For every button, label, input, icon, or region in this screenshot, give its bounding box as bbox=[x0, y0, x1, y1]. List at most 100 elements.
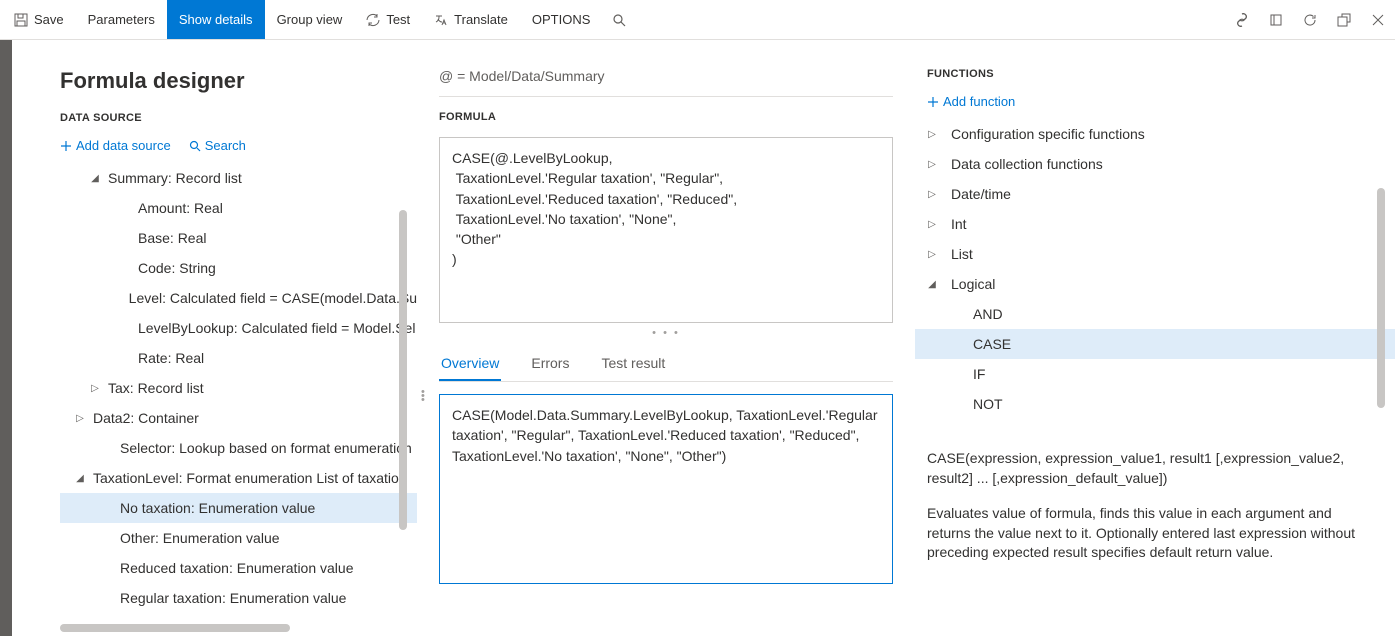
function-group[interactable]: ▷Date/time bbox=[927, 179, 1373, 209]
function-item[interactable]: AND bbox=[927, 299, 1373, 329]
function-group-label: List bbox=[951, 246, 973, 262]
tab-errors[interactable]: Errors bbox=[529, 345, 571, 381]
tab-overview[interactable]: Overview bbox=[439, 345, 501, 381]
resize-dots-v[interactable]: ••• bbox=[421, 390, 425, 402]
tree-hscroll[interactable] bbox=[60, 624, 290, 632]
overview-output[interactable]: CASE(Model.Data.Summary.LevelByLookup, T… bbox=[439, 394, 893, 584]
tree-item-label: Regular taxation: Enumeration value bbox=[120, 590, 346, 606]
tree-item-label: Data2: Container bbox=[93, 410, 199, 426]
functions-label: FUNCTIONS bbox=[927, 68, 1373, 80]
tree-item-label: LevelByLookup: Calculated field = Model.… bbox=[138, 320, 415, 336]
tree-item[interactable]: Regular taxation: Enumeration value bbox=[60, 583, 417, 613]
function-item[interactable]: NOT bbox=[927, 389, 1373, 419]
caret-down-icon: ◢ bbox=[90, 173, 100, 184]
popout-button[interactable] bbox=[1327, 0, 1361, 39]
tree-item[interactable]: Amount: Real bbox=[60, 193, 417, 223]
tree-item-label: Tax: Record list bbox=[108, 380, 204, 396]
search-data-source-button[interactable]: Search bbox=[189, 138, 246, 153]
tree-item[interactable]: Reduced taxation: Enumeration value bbox=[60, 553, 417, 583]
translate-icon bbox=[434, 13, 448, 27]
tree-item[interactable]: ▷ Data2: Container bbox=[60, 403, 417, 433]
tree-item[interactable]: Code: String bbox=[60, 253, 417, 283]
search-data-source-label: Search bbox=[205, 138, 246, 153]
data-source-tree: ◢ Summary: Record list Amount: Real Base: R… bbox=[60, 163, 417, 633]
caret-right-icon: ▷ bbox=[75, 413, 85, 424]
function-group-label: Configuration specific functions bbox=[951, 126, 1145, 142]
tree-item[interactable]: No taxation: Enumeration value bbox=[60, 493, 417, 523]
tree-item-label: Other: Enumeration value bbox=[120, 530, 280, 546]
office-icon bbox=[1269, 13, 1283, 27]
tree-item[interactable]: ◢ Summary: Record list bbox=[60, 163, 417, 193]
function-group-label: Logical bbox=[951, 276, 995, 292]
function-signature: CASE(expression, expression_value1, resu… bbox=[927, 449, 1363, 488]
function-item-label: AND bbox=[973, 306, 1003, 322]
parameters-label: Parameters bbox=[88, 12, 155, 27]
function-group[interactable]: ▷Configuration specific functions bbox=[927, 119, 1373, 149]
function-group[interactable]: ▷ List bbox=[927, 239, 1373, 269]
link-icon bbox=[1235, 13, 1249, 27]
functions-scrollbar[interactable] bbox=[1377, 188, 1385, 408]
tree-item[interactable]: ▷ Tax: Record list bbox=[60, 373, 417, 403]
search-button[interactable] bbox=[602, 0, 636, 39]
tree-item-label: TaxationLevel: Format enumeration List o… bbox=[93, 470, 399, 486]
tree-scrollbar[interactable] bbox=[399, 210, 407, 530]
function-item-label: NOT bbox=[973, 396, 1003, 412]
tree-item[interactable]: Rate: Real bbox=[60, 343, 417, 373]
add-data-source-label: Add data source bbox=[76, 138, 171, 153]
formula-panel: @ = Model/Data/Summary FORMULA CASE(@.Le… bbox=[417, 40, 915, 636]
function-group-label: Int bbox=[951, 216, 967, 232]
tree-item[interactable]: ◢ TaxationLevel: Format enumeration List … bbox=[60, 463, 417, 493]
caret-icon: ▷ bbox=[927, 189, 937, 200]
refresh-page-button[interactable] bbox=[1293, 0, 1327, 39]
refresh-icon bbox=[366, 13, 380, 27]
function-group[interactable]: ◢Logical bbox=[927, 269, 1373, 299]
add-data-source-button[interactable]: Add data source bbox=[60, 138, 171, 153]
function-explain: Evaluates value of formula, finds this v… bbox=[927, 504, 1363, 563]
close-button[interactable] bbox=[1361, 0, 1395, 39]
link-button[interactable] bbox=[1225, 0, 1259, 39]
tree-item[interactable]: Base: Real bbox=[60, 223, 417, 253]
function-group[interactable]: ▷Int bbox=[927, 209, 1373, 239]
tree-item-label: Selector: Lookup based on format enumera… bbox=[120, 440, 412, 456]
main: Formula designer DATA SOURCE Add data so… bbox=[12, 40, 1395, 636]
function-item[interactable]: IF bbox=[927, 359, 1373, 389]
tree-item-label: No taxation: Enumeration value bbox=[120, 500, 315, 516]
options-button[interactable]: OPTIONS bbox=[520, 0, 603, 39]
office-button[interactable] bbox=[1259, 0, 1293, 39]
tree-item[interactable]: Level: Calculated field = CASE(model.Dat… bbox=[60, 283, 417, 313]
search-small-icon bbox=[189, 140, 201, 152]
group-view-button[interactable]: Group view bbox=[265, 0, 355, 39]
show-details-button[interactable]: Show details bbox=[167, 0, 265, 39]
save-button[interactable]: Save bbox=[2, 0, 76, 39]
options-label: OPTIONS bbox=[532, 12, 591, 27]
left-gutter bbox=[0, 40, 12, 636]
formula-editor[interactable]: CASE(@.LevelByLookup, TaxationLevel.'Reg… bbox=[439, 137, 893, 323]
function-item[interactable]: CASE bbox=[927, 329, 1373, 359]
tree-item-label: Amount: Real bbox=[138, 200, 223, 216]
save-icon bbox=[14, 13, 28, 27]
function-description: CASE(expression, expression_value1, resu… bbox=[927, 449, 1373, 563]
formula-path: @ = Model/Data/Summary bbox=[439, 68, 893, 97]
functions-list: ▷Configuration specific functions▷Data c… bbox=[927, 119, 1373, 419]
show-details-label: Show details bbox=[179, 12, 253, 27]
tree-item[interactable]: LevelByLookup: Calculated field = Model.… bbox=[60, 313, 417, 343]
tab-test-result[interactable]: Test result bbox=[599, 345, 667, 381]
tree-item[interactable]: Selector: Lookup based on format enumera… bbox=[60, 433, 417, 463]
plus-icon bbox=[927, 96, 939, 108]
add-function-button[interactable]: Add function bbox=[927, 94, 1015, 109]
parameters-button[interactable]: Parameters bbox=[76, 0, 167, 39]
tree-item-label: Summary: Record list bbox=[108, 170, 242, 186]
caret-down-icon: ◢ bbox=[75, 473, 85, 484]
caret-right-icon: ▷ bbox=[90, 383, 100, 394]
function-group[interactable]: ▷Data collection functions bbox=[927, 149, 1373, 179]
tree-item[interactable]: Other: Enumeration value bbox=[60, 523, 417, 553]
plus-icon bbox=[60, 140, 72, 152]
resize-dots-h[interactable]: • • • bbox=[439, 327, 893, 339]
caret-icon: ▷ bbox=[927, 249, 937, 260]
test-button[interactable]: Test bbox=[354, 0, 422, 39]
caret-icon: ▷ bbox=[927, 159, 937, 170]
close-icon bbox=[1371, 13, 1385, 27]
translate-button[interactable]: Translate bbox=[422, 0, 520, 39]
group-view-label: Group view bbox=[277, 12, 343, 27]
translate-label: Translate bbox=[454, 12, 508, 27]
